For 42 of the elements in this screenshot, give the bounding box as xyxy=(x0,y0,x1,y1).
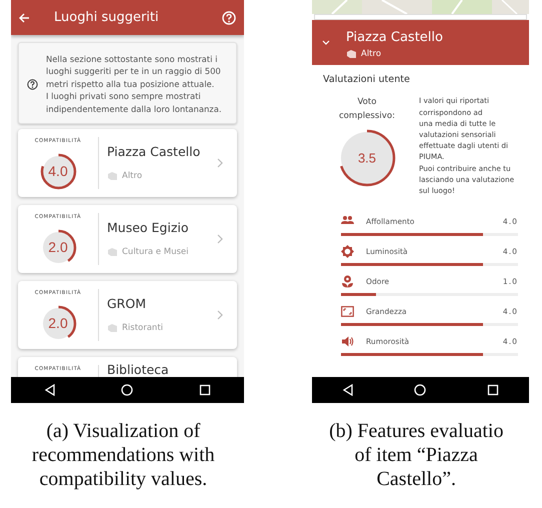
tag-icon xyxy=(346,48,357,59)
figure-caption: (b) Features evaluatio of item “Piazza Castello”. xyxy=(328,419,504,491)
place-name: Museo Egizio xyxy=(107,219,190,238)
home-icon[interactable] xyxy=(414,384,426,396)
info-text: Nella sezione sottostante sono mostrati i luoghi suggeriti per te in un raggio di 500 metri rispetto alla tua posizione attuale. I luoghi privati sono sempre mostrati indipendentemente dalla loro lontananza. xyxy=(46,53,222,116)
tag-icon xyxy=(107,247,118,258)
flower-icon xyxy=(341,275,354,288)
score-value: 2.0 xyxy=(47,240,69,254)
help-icon[interactable] xyxy=(222,10,236,24)
back-icon[interactable] xyxy=(342,384,354,396)
recents-icon[interactable] xyxy=(199,384,212,396)
section-title: Valutazioni utente xyxy=(323,73,411,87)
screen-title: Luoghi suggeriti xyxy=(54,8,160,27)
place-name: Piazza Castello xyxy=(107,143,202,162)
place-name: GROM xyxy=(107,295,147,314)
overall-ring xyxy=(338,129,396,188)
speaker-icon xyxy=(341,335,354,348)
place-category: Cultura e Musei xyxy=(122,246,188,259)
score-value: 2.0 xyxy=(47,316,69,330)
overall-label: Voto complessivo: xyxy=(338,96,396,124)
help-icon xyxy=(27,78,38,90)
tag-icon xyxy=(107,171,118,182)
place-category: Ristoranti xyxy=(122,322,164,335)
score-value: 4.0 xyxy=(47,164,69,178)
score-value: 3.5 xyxy=(356,152,378,165)
place-name: Biblioteca xyxy=(107,361,170,377)
back-icon[interactable] xyxy=(44,384,56,396)
place-category: Altro xyxy=(122,170,142,183)
tag-icon xyxy=(107,323,118,334)
chevron-right-icon xyxy=(217,310,223,320)
sun-icon xyxy=(341,245,354,258)
chevron-right-icon xyxy=(217,158,223,168)
recents-icon[interactable] xyxy=(486,384,499,396)
frame-icon xyxy=(341,305,354,318)
figure-caption: (a) Visualization of recommendations with compatibility values. xyxy=(30,419,216,491)
place-category: Altro xyxy=(361,48,382,60)
chevron-down-icon[interactable] xyxy=(322,40,330,46)
compatibility-ring xyxy=(40,152,76,190)
chevron-right-icon xyxy=(217,234,223,244)
home-icon[interactable] xyxy=(121,384,134,396)
place-title: Piazza Castello xyxy=(346,29,443,47)
back-arrow-icon[interactable] xyxy=(19,12,30,22)
